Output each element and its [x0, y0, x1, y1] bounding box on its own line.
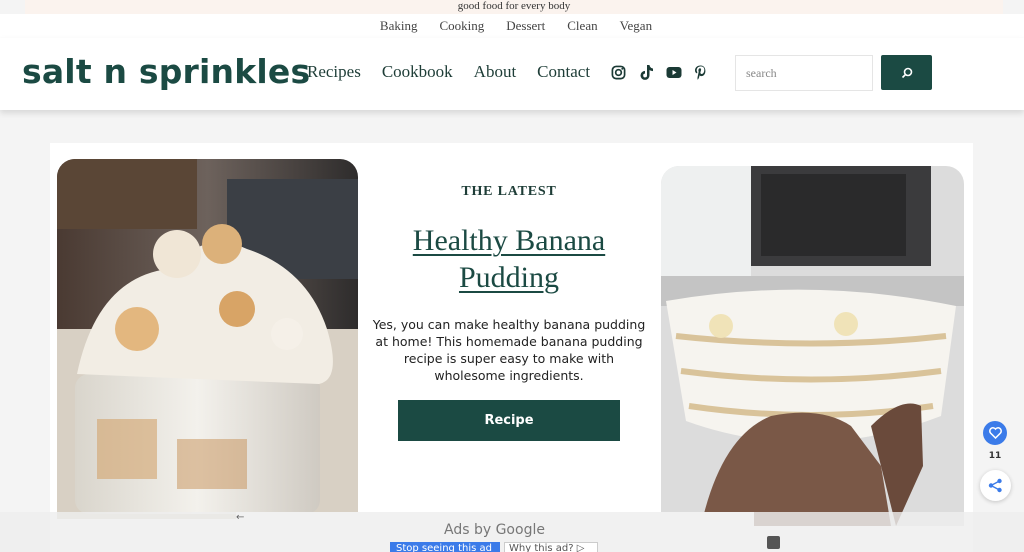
- main-nav: Recipes Cookbook About Contact: [307, 62, 590, 82]
- post-excerpt: Yes, you can make healthy banana pudding…: [372, 317, 646, 383]
- recipe-button[interactable]: Recipe: [398, 400, 620, 441]
- social-links: [611, 64, 707, 81]
- ad-back-arrow[interactable]: ←: [236, 512, 244, 523]
- banana-pudding-bowl-photo[interactable]: [661, 166, 964, 526]
- ad-overlay-bar: ← Ads by Google Stop seeing this ad Why …: [0, 512, 1024, 552]
- post-title[interactable]: Healthy Banana Pudding: [365, 222, 653, 296]
- latest-post-card: THE LATEST Healthy Banana Pudding Yes, y…: [365, 180, 653, 441]
- search-input[interactable]: [735, 55, 873, 91]
- favorite-button[interactable]: [983, 421, 1007, 445]
- nav-link-about[interactable]: About: [474, 62, 517, 82]
- youtube-icon[interactable]: [666, 66, 682, 79]
- tiktok-icon[interactable]: [638, 64, 654, 81]
- dessert-jar-photo[interactable]: [57, 159, 358, 519]
- heart-icon: [988, 427, 1002, 439]
- nav-link-recipes[interactable]: Recipes: [307, 62, 361, 82]
- category-link-dessert[interactable]: Dessert: [495, 14, 556, 38]
- stop-seeing-ad-button[interactable]: Stop seeing this ad: [390, 542, 500, 552]
- category-link-clean[interactable]: Clean: [556, 14, 608, 38]
- nav-link-contact[interactable]: Contact: [537, 62, 590, 82]
- share-button[interactable]: [980, 470, 1011, 501]
- share-icon: [988, 478, 1002, 493]
- latest-eyebrow: THE LATEST: [461, 184, 557, 199]
- site-logo[interactable]: salt n sprinkles: [22, 52, 310, 91]
- ad-panel: ← Ads by Google Stop seeing this ad Why …: [236, 512, 754, 552]
- tagline: good food for every body: [457, 0, 571, 12]
- share-count: 11: [988, 451, 1002, 461]
- ad-settings-icon[interactable]: [767, 536, 780, 549]
- tagline-bar: good food for every body: [25, 0, 1003, 14]
- instagram-icon[interactable]: [611, 65, 626, 80]
- pinterest-icon[interactable]: [694, 65, 707, 80]
- search-icon: [901, 67, 912, 78]
- ads-by-google-label: Ads by Google: [444, 522, 545, 538]
- why-this-ad-button[interactable]: Why this ad? ▷: [504, 542, 598, 552]
- search-button[interactable]: [881, 55, 932, 90]
- category-link-cooking[interactable]: Cooking: [428, 14, 495, 38]
- category-nav: Baking Cooking Dessert Clean Vegan: [0, 14, 1024, 38]
- category-link-vegan[interactable]: Vegan: [609, 14, 664, 38]
- nav-link-cookbook[interactable]: Cookbook: [382, 62, 453, 82]
- post-title-link[interactable]: Healthy Banana Pudding: [413, 224, 605, 294]
- category-link-baking[interactable]: Baking: [369, 14, 429, 38]
- site-header: salt n sprinkles Recipes Cookbook About …: [0, 38, 1024, 110]
